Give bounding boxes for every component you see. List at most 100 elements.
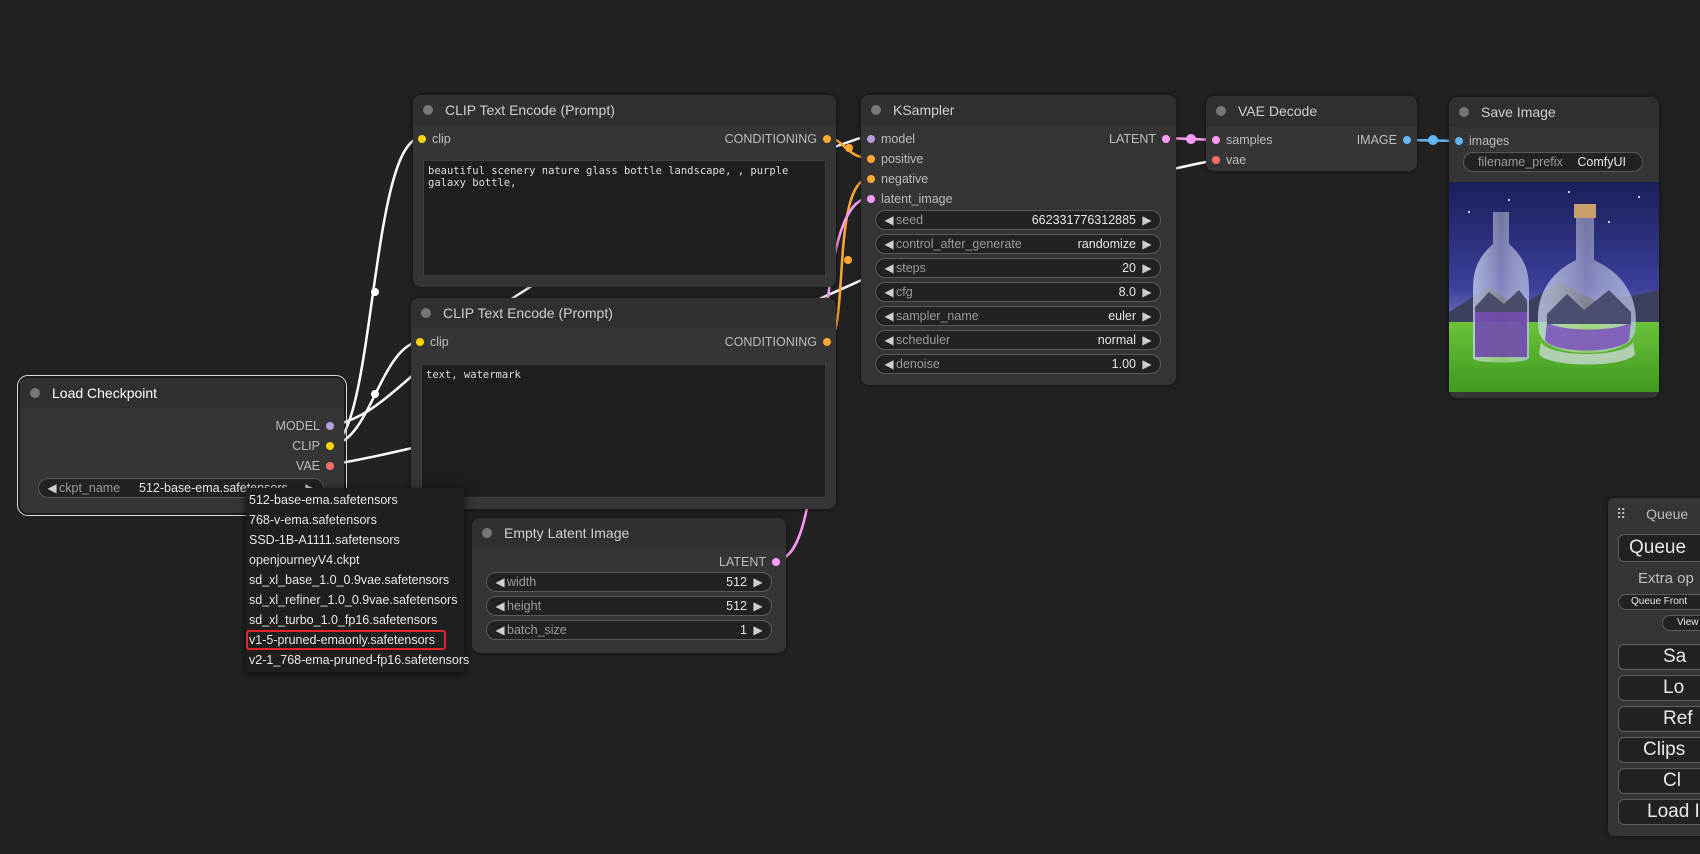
increment-arrow-icon[interactable]: ▶	[751, 623, 765, 637]
prompt-textarea[interactable]: beautiful scenery nature glass bottle la…	[423, 160, 826, 276]
positive-input-pin[interactable]	[867, 155, 875, 163]
node-header[interactable]: CLIP Text Encode (Prompt)	[411, 298, 836, 328]
decrement-arrow-icon[interactable]: ◀	[882, 237, 896, 251]
refresh-button[interactable]: Ref	[1618, 706, 1700, 732]
clipspace-button[interactable]: Clips	[1618, 737, 1700, 763]
conditioning-output[interactable]: CONDITIONING	[725, 334, 831, 350]
dropdown-option[interactable]: sd_xl_refiner_1.0_0.9vae.safetensors	[246, 590, 464, 610]
images-input[interactable]: images	[1455, 133, 1509, 149]
width-widget[interactable]: ◀ width 512 ▶	[486, 572, 772, 592]
dropdown-option[interactable]: 512-base-ema.safetensors	[246, 490, 464, 510]
latent-output-pin[interactable]	[1162, 135, 1170, 143]
decrement-arrow-icon[interactable]: ◀	[45, 481, 59, 495]
ckpt-name-dropdown[interactable]: 512-base-ema.safetensors 768-v-ema.safet…	[246, 488, 469, 672]
dropdown-option[interactable]: v2-1_768-ema-pruned-fp16.safetensors	[246, 650, 469, 670]
latent-output-pin[interactable]	[772, 558, 780, 566]
vae-output[interactable]: VAE	[296, 458, 334, 474]
collapse-dot[interactable]	[871, 105, 881, 115]
steps-widget[interactable]: ◀ steps 20 ▶	[875, 258, 1161, 278]
queue-panel[interactable]: ⠿ Queue Queue Extra op Queue Front View …	[1608, 498, 1700, 836]
decrement-arrow-icon[interactable]: ◀	[882, 333, 896, 347]
node-header[interactable]: Empty Latent Image	[472, 518, 786, 548]
latent-output[interactable]: LATENT	[1109, 131, 1170, 147]
height-widget[interactable]: ◀ height 512 ▶	[486, 596, 772, 616]
filename-prefix-widget[interactable]: filename_prefix ComfyUI	[1463, 152, 1643, 172]
dropdown-option[interactable]: openjourneyV4.ckpt	[246, 550, 464, 570]
decrement-arrow-icon[interactable]: ◀	[493, 599, 507, 613]
dropdown-option-highlighted[interactable]: v1-5-pruned-emaonly.safetensors	[246, 630, 446, 650]
collapse-dot[interactable]	[30, 388, 40, 398]
prompt-textarea[interactable]: text, watermark	[421, 364, 826, 498]
latent-output[interactable]: LATENT	[719, 554, 780, 570]
denoise-widget[interactable]: ◀ denoise 1.00 ▶	[875, 354, 1161, 374]
model-input-pin[interactable]	[867, 135, 875, 143]
dropdown-option[interactable]: 768-v-ema.safetensors	[246, 510, 464, 530]
images-input-pin[interactable]	[1455, 137, 1463, 145]
vae-input-pin[interactable]	[1212, 156, 1220, 164]
positive-input[interactable]: positive	[867, 151, 923, 167]
clip-input[interactable]: clip	[416, 334, 449, 350]
node-header[interactable]: Save Image	[1449, 97, 1659, 127]
increment-arrow-icon[interactable]: ▶	[1140, 333, 1154, 347]
batch-size-widget[interactable]: ◀ batch_size 1 ▶	[486, 620, 772, 640]
conditioning-output[interactable]: CONDITIONING	[725, 131, 831, 147]
decrement-arrow-icon[interactable]: ◀	[882, 285, 896, 299]
clip-output-pin[interactable]	[326, 442, 334, 450]
drag-handle-icon[interactable]: ⠿	[1616, 506, 1626, 522]
collapse-dot[interactable]	[423, 105, 433, 115]
conditioning-output-pin[interactable]	[823, 338, 831, 346]
dropdown-option[interactable]: sd_xl_turbo_1.0_fp16.safetensors	[246, 610, 464, 630]
load-button[interactable]: Lo	[1618, 675, 1700, 701]
conditioning-output-pin[interactable]	[823, 135, 831, 143]
collapse-dot[interactable]	[421, 308, 431, 318]
decrement-arrow-icon[interactable]: ◀	[493, 575, 507, 589]
clip-text-encode-positive-node[interactable]: CLIP Text Encode (Prompt) clip CONDITION…	[413, 95, 836, 287]
decrement-arrow-icon[interactable]: ◀	[882, 261, 896, 275]
model-output[interactable]: MODEL	[276, 418, 334, 434]
decrement-arrow-icon[interactable]: ◀	[493, 623, 507, 637]
collapse-dot[interactable]	[482, 528, 492, 538]
increment-arrow-icon[interactable]: ▶	[1140, 237, 1154, 251]
vae-output-pin[interactable]	[326, 462, 334, 470]
node-header[interactable]: KSampler	[861, 95, 1176, 125]
increment-arrow-icon[interactable]: ▶	[751, 575, 765, 589]
control-after-generate-widget[interactable]: ◀ control_after_generate randomize ▶	[875, 234, 1161, 254]
clip-output[interactable]: CLIP	[292, 438, 334, 454]
dropdown-option[interactable]: SSD-1B-A1111.safetensors	[246, 530, 464, 550]
ksampler-node[interactable]: KSampler model positive negative latent_…	[861, 95, 1176, 385]
node-header[interactable]: Load Checkpoint	[20, 378, 344, 408]
view-button[interactable]: View	[1662, 615, 1700, 631]
model-output-pin[interactable]	[326, 422, 334, 430]
queue-front-button[interactable]: Queue Front	[1618, 594, 1700, 610]
node-header[interactable]: VAE Decode	[1206, 96, 1417, 126]
increment-arrow-icon[interactable]: ▶	[1140, 261, 1154, 275]
increment-arrow-icon[interactable]: ▶	[1140, 285, 1154, 299]
decrement-arrow-icon[interactable]: ◀	[882, 309, 896, 323]
clear-button[interactable]: Cl	[1618, 768, 1700, 794]
latent-image-input-pin[interactable]	[867, 195, 875, 203]
load-default-button[interactable]: Load I	[1618, 799, 1700, 825]
collapse-dot[interactable]	[1216, 106, 1226, 116]
decrement-arrow-icon[interactable]: ◀	[882, 213, 896, 227]
image-output[interactable]: IMAGE	[1357, 132, 1411, 148]
clip-text-encode-negative-node[interactable]: CLIP Text Encode (Prompt) clip CONDITION…	[411, 298, 836, 509]
increment-arrow-icon[interactable]: ▶	[1140, 357, 1154, 371]
queue-prompt-button[interactable]: Queue	[1618, 534, 1700, 562]
node-header[interactable]: CLIP Text Encode (Prompt)	[413, 95, 836, 125]
negative-input-pin[interactable]	[867, 175, 875, 183]
dropdown-option[interactable]: sd_xl_base_1.0_0.9vae.safetensors	[246, 570, 464, 590]
latent-image-input[interactable]: latent_image	[867, 191, 953, 207]
samples-input-pin[interactable]	[1212, 136, 1220, 144]
model-input[interactable]: model	[867, 131, 915, 147]
clip-input-pin[interactable]	[418, 135, 426, 143]
scheduler-widget[interactable]: ◀ scheduler normal ▶	[875, 330, 1161, 350]
negative-input[interactable]: negative	[867, 171, 928, 187]
samples-input[interactable]: samples	[1212, 132, 1273, 148]
vae-input[interactable]: vae	[1212, 152, 1246, 168]
decrement-arrow-icon[interactable]: ◀	[882, 357, 896, 371]
save-button[interactable]: Sa	[1618, 644, 1700, 670]
generated-image-preview[interactable]	[1449, 182, 1659, 392]
queue-panel-header[interactable]: ⠿ Queue	[1616, 506, 1688, 523]
clip-input[interactable]: clip	[418, 131, 451, 147]
collapse-dot[interactable]	[1459, 107, 1469, 117]
